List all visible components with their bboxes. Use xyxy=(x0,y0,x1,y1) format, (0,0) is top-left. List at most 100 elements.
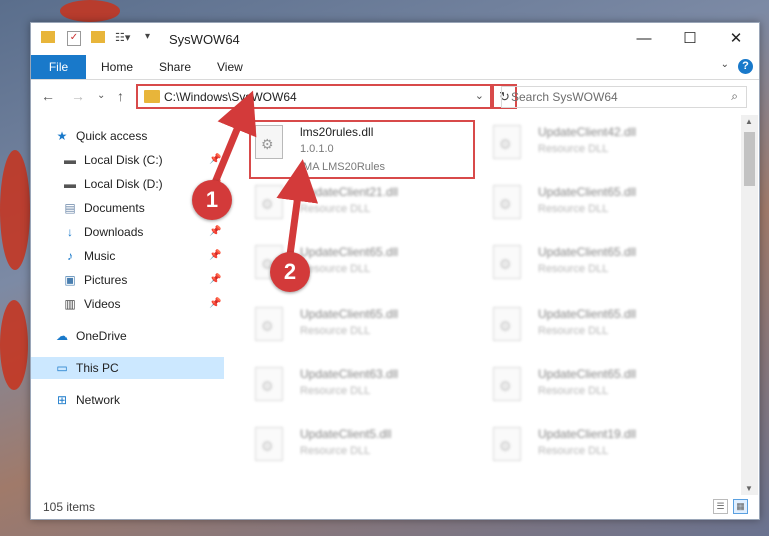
pin-icon[interactable]: 📌 xyxy=(209,293,221,315)
forward-arrow-icon[interactable]: → xyxy=(71,88,85,104)
vertical-scrollbar[interactable]: ▲ ▼ xyxy=(741,115,758,495)
file-description: Resource DLL xyxy=(538,203,609,215)
drive-icon: ▬ xyxy=(64,177,76,191)
help-icon[interactable]: ? xyxy=(738,59,753,74)
tab-share[interactable]: Share xyxy=(159,55,191,79)
scroll-up-icon[interactable]: ▲ xyxy=(745,117,753,126)
file-item[interactable]: UpdateClient42.dll Resource DLL xyxy=(491,123,711,179)
properties-icon[interactable]: ✓ xyxy=(67,31,81,46)
sidebar-item-onedrive[interactable]: ☁ OneDrive xyxy=(31,325,224,347)
pin-icon[interactable]: 📌 xyxy=(209,149,221,171)
file-item[interactable]: UpdateClient63.dll Resource DLL xyxy=(253,365,473,421)
cloud-icon: ☁ xyxy=(56,329,68,343)
new-folder-icon[interactable] xyxy=(91,31,105,43)
title-bar: ✓ ☷▾ ▾ SysWOW64 — ☐ ✕ xyxy=(31,23,759,55)
navigation-bar: ← → ⌄ ↑ C:\Windows\SysWOW64 ⌄ ↻ Search S… xyxy=(31,80,759,114)
navigation-pane: ★ Quick access ▬ Local Disk (C:) 📌 ▬ Loc… xyxy=(31,115,224,495)
sidebar-item-local-disk-c[interactable]: ▬ Local Disk (C:) 📌 xyxy=(31,149,224,171)
address-bar[interactable]: C:\Windows\SysWOW64 ⌄ xyxy=(136,84,492,109)
search-placeholder: Search SysWOW64 xyxy=(511,90,618,104)
file-name: UpdateClient65.dll xyxy=(538,307,637,321)
pin-icon[interactable]: 📌 xyxy=(209,269,221,291)
music-icon: ♪ xyxy=(67,249,73,263)
search-input[interactable]: Search SysWOW64 ⌕ xyxy=(501,86,747,108)
recent-locations-icon[interactable]: ⌄ xyxy=(97,90,105,101)
expand-ribbon-icon[interactable]: ⌄ xyxy=(721,59,729,70)
search-icon: ⌕ xyxy=(731,89,738,103)
pin-icon[interactable]: 📌 xyxy=(209,245,221,267)
videos-icon: ▥ xyxy=(64,297,76,311)
sidebar-item-videos[interactable]: ▥ Videos 📌 xyxy=(31,293,224,315)
dll-file-icon xyxy=(493,125,521,159)
sidebar-item-label: Documents xyxy=(84,201,145,215)
scrollbar-thumb[interactable] xyxy=(744,132,755,186)
scroll-down-icon[interactable]: ▼ xyxy=(745,484,753,493)
file-description: Resource DLL xyxy=(300,263,371,275)
file-description: Resource DLL xyxy=(300,385,371,397)
file-description: Resource DLL xyxy=(300,445,371,457)
step-marker-1: 1 xyxy=(192,180,232,220)
file-item[interactable]: UpdateClient65.dll Resource DLL xyxy=(491,305,711,361)
tab-home[interactable]: Home xyxy=(101,55,133,79)
sidebar-item-this-pc[interactable]: ▭ This PC xyxy=(31,357,224,379)
file-item[interactable]: UpdateClient19.dll Resource DLL xyxy=(491,425,711,481)
dll-file-icon xyxy=(255,185,283,219)
window-title: SysWOW64 xyxy=(169,32,240,47)
file-name: UpdateClient5.dll xyxy=(300,427,392,441)
dropdown-icon[interactable]: ▾ xyxy=(145,31,150,42)
explorer-window: ✓ ☷▾ ▾ SysWOW64 — ☐ ✕ File Home Share Vi… xyxy=(30,22,760,520)
item-count: 105 items xyxy=(43,500,96,514)
file-item[interactable]: UpdateClient65.dll Resource DLL xyxy=(253,305,473,361)
file-item[interactable]: UpdateClient5.dll Resource DLL xyxy=(253,425,473,481)
sidebar-item-quick-access[interactable]: ★ Quick access xyxy=(31,125,224,147)
chevron-down-icon[interactable]: ⌄ xyxy=(475,89,484,102)
background-flower xyxy=(60,0,120,22)
customize-quick-access-icon[interactable]: ☷▾ xyxy=(115,31,130,44)
sidebar-item-label: This PC xyxy=(76,361,119,375)
file-item[interactable]: UpdateClient65.dll Resource DLL xyxy=(491,243,711,299)
sidebar-item-label: Pictures xyxy=(84,273,128,287)
file-name: UpdateClient19.dll xyxy=(538,427,637,441)
close-button[interactable]: ✕ xyxy=(713,23,759,55)
file-description: Resource DLL xyxy=(538,325,609,337)
file-name: UpdateClient65.dll xyxy=(538,367,637,381)
file-item[interactable]: UpdateClient65.dll Resource DLL xyxy=(491,183,711,239)
minimize-button[interactable]: — xyxy=(621,23,667,55)
file-name: UpdateClient65.dll xyxy=(300,245,399,259)
up-arrow-icon[interactable]: ↑ xyxy=(117,88,124,104)
dll-file-icon xyxy=(493,307,521,341)
sidebar-item-music[interactable]: ♪ Music 📌 xyxy=(31,245,224,267)
sidebar-item-pictures[interactable]: ▣ Pictures 📌 xyxy=(31,269,224,291)
sidebar-item-downloads[interactable]: ↓ Downloads 📌 xyxy=(31,221,224,243)
tab-file[interactable]: File xyxy=(31,55,86,79)
sidebar-item-label: OneDrive xyxy=(76,329,127,343)
file-description: Resource DLL xyxy=(538,445,609,457)
address-path: C:\Windows\SysWOW64 xyxy=(164,90,297,104)
tiles-view-icon[interactable]: ▦ xyxy=(733,499,748,514)
document-icon: ▤ xyxy=(64,201,76,215)
file-name: UpdateClient65.dll xyxy=(300,307,399,321)
dll-file-icon xyxy=(493,367,521,401)
file-name: UpdateClient65.dll xyxy=(538,245,637,259)
background-flower xyxy=(0,150,30,270)
file-item[interactable]: UpdateClient21.dll Resource DLL xyxy=(253,183,473,239)
sidebar-item-network[interactable]: ⊞ Network xyxy=(31,389,224,411)
file-highlight-box xyxy=(249,120,475,179)
file-description: Resource DLL xyxy=(538,385,609,397)
sidebar-item-label: Network xyxy=(76,393,121,407)
details-view-icon[interactable]: ☰ xyxy=(713,499,728,514)
sidebar-item-label: Local Disk (C:) xyxy=(84,153,163,167)
folder-icon xyxy=(144,90,160,103)
file-name: UpdateClient63.dll xyxy=(300,367,399,381)
back-arrow-icon[interactable]: ← xyxy=(41,88,55,104)
maximize-button[interactable]: ☐ xyxy=(667,23,713,55)
file-description: Resource DLL xyxy=(538,143,609,155)
tab-view[interactable]: View xyxy=(217,55,243,79)
sidebar-item-label: Downloads xyxy=(84,225,144,239)
file-item[interactable]: UpdateClient65.dll Resource DLL xyxy=(491,365,711,421)
dll-file-icon xyxy=(493,185,521,219)
step-marker-2: 2 xyxy=(270,252,310,292)
pin-icon[interactable]: 📌 xyxy=(209,221,221,243)
file-name: UpdateClient21.dll xyxy=(300,185,399,199)
computer-icon: ▭ xyxy=(56,361,68,375)
